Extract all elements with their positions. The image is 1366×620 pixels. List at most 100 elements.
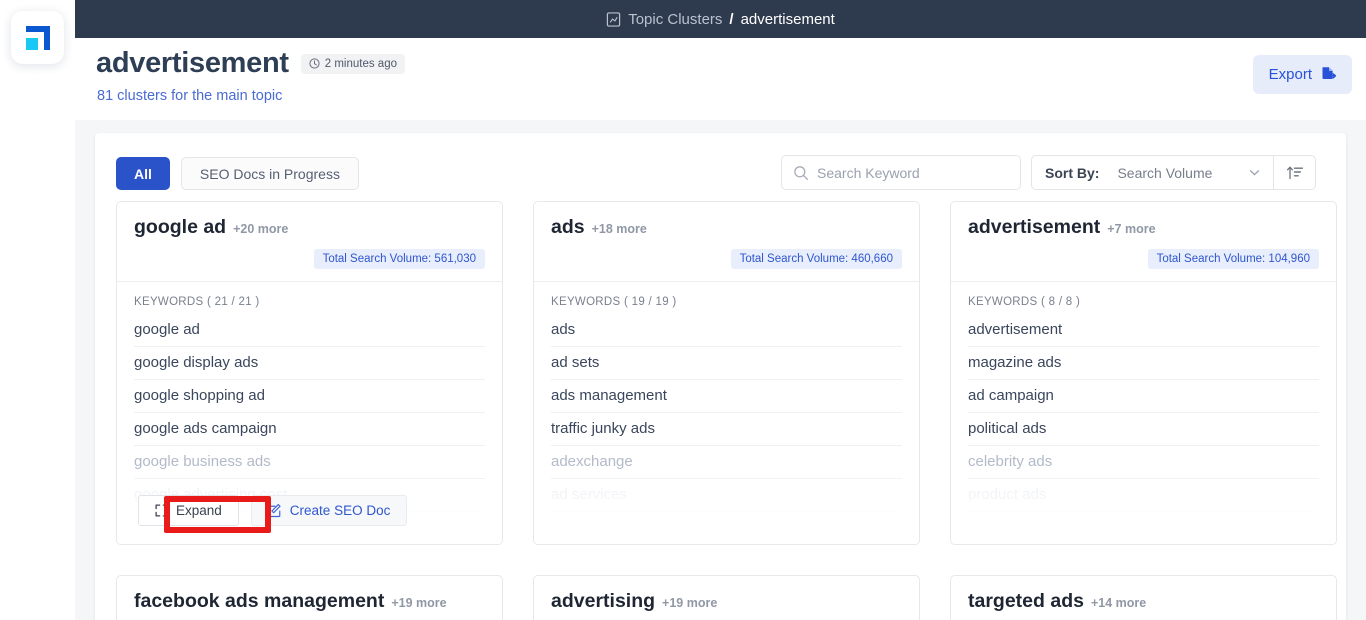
keywords-label: KEYWORDS [551, 296, 621, 308]
keywords-header: KEYWORDS ( 8 / 8 ) [968, 296, 1319, 308]
timestamp-text: 2 minutes ago [324, 57, 397, 70]
cluster-card[interactable]: google ad +20 more Total Search Volume: … [116, 201, 503, 545]
keyword-item[interactable]: advertisement [968, 314, 1319, 347]
chevron-down-icon[interactable] [1248, 166, 1261, 179]
cluster-card[interactable]: advertising +19 more Total Search Volume… [533, 575, 920, 620]
cluster-title: ads [551, 216, 585, 238]
cluster-card[interactable]: advertisement +7 more Total Search Volum… [950, 201, 1337, 545]
sort-by-value[interactable]: Search Volume [1099, 165, 1248, 181]
cluster-more-badge: +14 more [1090, 596, 1147, 610]
top-bar: Topic Clusters / advertisement [75, 0, 1366, 38]
cluster-card-actions: Expand Create SEO Doc [138, 495, 408, 526]
page-subtitle: 81 clusters for the main topic [97, 88, 283, 104]
keywords-count: ( 8 / 8 ) [1041, 296, 1081, 308]
sort-by-control: Sort By: Search Volume [1031, 155, 1316, 190]
keywords-label: KEYWORDS [134, 296, 204, 308]
sort-ascending-icon [1286, 166, 1303, 179]
keywords-header: KEYWORDS ( 19 / 19 ) [551, 296, 902, 308]
document-chart-icon [606, 11, 621, 27]
keywords-header: KEYWORDS ( 21 / 21 ) [134, 296, 485, 308]
keyword-item[interactable]: google ad [134, 314, 485, 347]
cluster-card[interactable]: targeted ads +14 more Total Search Volum… [950, 575, 1337, 620]
timestamp-badge: 2 minutes ago [300, 53, 405, 74]
cluster-title: facebook ads management [134, 590, 385, 612]
keywords-section: KEYWORDS ( 21 / 21 ) google ad google di… [117, 282, 502, 512]
keyword-item[interactable]: google business ads [134, 446, 485, 479]
cluster-more-badge: +20 more [233, 222, 289, 236]
app-root: Topic Clusters / advertisement advertise… [0, 0, 1366, 620]
breadcrumb-parent[interactable]: Topic Clusters [628, 11, 722, 28]
keyword-item[interactable]: google shopping ad [134, 380, 485, 413]
keywords-list: ads ad sets ads management traffic junky… [551, 314, 902, 512]
page-title: advertisement [96, 47, 289, 79]
page-header: advertisement 2 minutes ago 81 clusters … [75, 38, 1366, 120]
clusters-panel: All SEO Docs in Progress Sort By: Search… [95, 133, 1346, 620]
expand-icon [155, 504, 168, 517]
keywords-label: KEYWORDS [968, 296, 1038, 308]
cluster-card-header: advertising +19 more Total Search Volume… [534, 576, 919, 620]
create-seo-doc-label: Create SEO Doc [289, 503, 391, 518]
export-button[interactable]: Export [1252, 55, 1352, 94]
keywords-section: KEYWORDS ( 8 / 8 ) advertisement magazin… [951, 282, 1336, 512]
clusters-toolbar: All SEO Docs in Progress Sort By: Search… [95, 133, 1346, 209]
keywords-count: ( 21 / 21 ) [207, 296, 260, 308]
keyword-item[interactable]: political ads [968, 413, 1319, 446]
expand-button-label: Expand [176, 503, 222, 518]
search-input[interactable] [817, 164, 1007, 181]
export-file-icon [1320, 66, 1336, 83]
cluster-card-header: facebook ads management +19 more Total S… [117, 576, 502, 620]
cluster-title: advertisement [968, 216, 1101, 238]
search-icon [793, 165, 809, 181]
title-row: advertisement 2 minutes ago [96, 47, 405, 80]
tab-seo-docs-in-progress[interactable]: SEO Docs in Progress [180, 157, 359, 190]
export-button-label: Export [1268, 66, 1312, 83]
edit-square-icon [268, 503, 282, 518]
tab-all[interactable]: All [116, 157, 170, 190]
keyword-item[interactable]: ad sets [551, 347, 902, 380]
keywords-list: advertisement magazine ads ad campaign p… [968, 314, 1319, 512]
breadcrumb: Topic Clusters / advertisement [606, 11, 835, 28]
keyword-item[interactable]: magazine ads [968, 347, 1319, 380]
cluster-more-badge: +19 more [662, 596, 718, 610]
logo-mark-icon [26, 26, 50, 50]
keyword-item[interactable]: ad campaign [968, 380, 1319, 413]
cluster-more-badge: +19 more [391, 596, 447, 610]
keywords-count: ( 19 / 19 ) [624, 296, 677, 308]
app-logo[interactable] [11, 11, 64, 64]
search-keyword-box[interactable] [781, 155, 1021, 190]
keyword-item[interactable]: ads [551, 314, 902, 347]
breadcrumb-current: advertisement [740, 10, 835, 28]
cluster-card-header: advertisement +7 more Total Search Volum… [951, 202, 1336, 282]
filter-tabs: All SEO Docs in Progress [116, 157, 359, 190]
cluster-card-header: ads +18 more Total Search Volume: 460,66… [534, 202, 919, 282]
cluster-card[interactable]: facebook ads management +19 more Total S… [116, 575, 503, 620]
create-seo-doc-button[interactable]: Create SEO Doc [250, 495, 408, 526]
total-search-volume-badge: Total Search Volume: 104,960 [1147, 249, 1319, 269]
cluster-title: advertising [551, 590, 656, 612]
keyword-item[interactable]: ads management [551, 380, 902, 413]
sort-direction-button[interactable] [1273, 156, 1315, 189]
keyword-item[interactable]: google ads campaign [134, 413, 485, 446]
keyword-item[interactable]: product ads [968, 479, 1319, 512]
cluster-title: google ad [134, 216, 227, 238]
total-search-volume-badge: Total Search Volume: 460,660 [730, 249, 902, 269]
left-rail [0, 0, 75, 620]
keywords-list: google ad google display ads google shop… [134, 314, 485, 512]
breadcrumb-separator: / [729, 10, 734, 28]
keyword-item[interactable]: google display ads [134, 347, 485, 380]
clock-icon [309, 58, 320, 69]
cluster-card[interactable]: ads +18 more Total Search Volume: 460,66… [533, 201, 920, 545]
cluster-card-header: google ad +20 more Total Search Volume: … [117, 202, 502, 282]
keyword-item[interactable]: ad services [551, 479, 902, 512]
keyword-item[interactable]: celebrity ads [968, 446, 1319, 479]
clusters-grid: google ad +20 more Total Search Volume: … [116, 201, 1337, 620]
sort-by-label: Sort By: [1045, 164, 1100, 181]
keyword-item[interactable]: traffic junky ads [551, 413, 902, 446]
cluster-title: targeted ads [968, 590, 1084, 612]
keywords-section: KEYWORDS ( 19 / 19 ) ads ad sets ads man… [534, 282, 919, 512]
cluster-card-header: targeted ads +14 more Total Search Volum… [951, 576, 1336, 620]
keyword-item[interactable]: adexchange [551, 446, 902, 479]
cluster-more-badge: +7 more [1107, 222, 1156, 236]
expand-button[interactable]: Expand [138, 495, 239, 526]
total-search-volume-badge: Total Search Volume: 561,030 [313, 249, 485, 269]
